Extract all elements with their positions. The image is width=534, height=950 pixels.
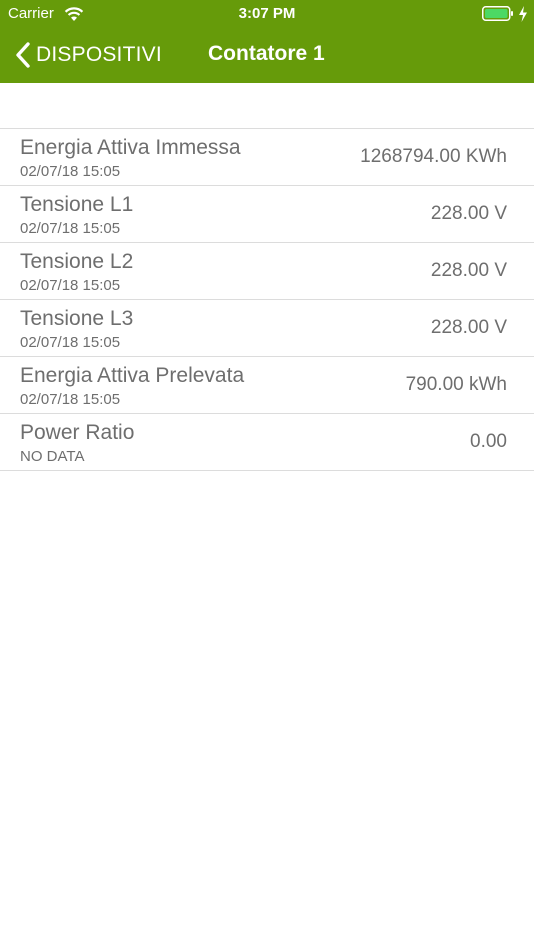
row-title: Energia Attiva Immessa — [20, 136, 241, 159]
status-bar: Carrier 3:07 PM — [0, 0, 534, 28]
row-title: Energia Attiva Prelevata — [20, 364, 245, 387]
row-timestamp: 02/07/18 15:05 — [20, 391, 121, 408]
row-title: Power Ratio — [20, 421, 135, 444]
battery-icon — [482, 6, 513, 21]
list-item-power-ratio[interactable]: Power Ratio NO DATA 0.00 — [0, 414, 534, 471]
row-timestamp: 02/07/18 15:05 — [20, 220, 121, 237]
back-button[interactable]: DISPOSITIVI — [14, 39, 162, 71]
list-item-tensione-l2[interactable]: Tensione L2 02/07/18 15:05 228.00 V — [0, 243, 534, 300]
measurement-list: Energia Attiva Immessa 02/07/18 15:05 12… — [0, 128, 534, 471]
navigation-bar: DISPOSITIVI Contatore 1 — [0, 28, 534, 83]
page-title: Contatore 1 — [208, 42, 325, 65]
row-title: Tensione L1 — [20, 193, 134, 216]
row-timestamp: 02/07/18 15:05 — [20, 163, 121, 180]
row-title: Tensione L2 — [20, 250, 134, 273]
row-value: 228.00 V — [430, 317, 507, 338]
app-header: Carrier 3:07 PM DISPOSITIVI Contatore 1 — [0, 0, 534, 83]
list-item-energia-attiva-immessa[interactable]: Energia Attiva Immessa 02/07/18 15:05 12… — [0, 129, 534, 186]
row-title: Tensione L3 — [20, 307, 134, 330]
row-value: 228.00 V — [430, 260, 507, 281]
row-timestamp: 02/07/18 15:05 — [20, 334, 121, 351]
row-value: 1268794.00 KWh — [360, 146, 507, 167]
charging-bolt-icon — [519, 6, 527, 22]
chevron-left-icon — [16, 42, 30, 68]
back-button-label: DISPOSITIVI — [36, 43, 162, 66]
list-item-tensione-l3[interactable]: Tensione L3 02/07/18 15:05 228.00 V — [0, 300, 534, 357]
row-timestamp: NO DATA — [20, 448, 85, 465]
status-time: 3:07 PM — [238, 5, 296, 22]
list-item-energia-attiva-prelevata[interactable]: Energia Attiva Prelevata 02/07/18 15:05 … — [0, 357, 534, 414]
row-value: 0.00 — [470, 431, 507, 452]
table-header-spacer — [0, 83, 534, 128]
row-timestamp: 02/07/18 15:05 — [20, 277, 121, 294]
row-value: 790.00 kWh — [405, 374, 507, 395]
list-item-tensione-l1[interactable]: Tensione L1 02/07/18 15:05 228.00 V — [0, 186, 534, 243]
row-value: 228.00 V — [430, 203, 507, 224]
